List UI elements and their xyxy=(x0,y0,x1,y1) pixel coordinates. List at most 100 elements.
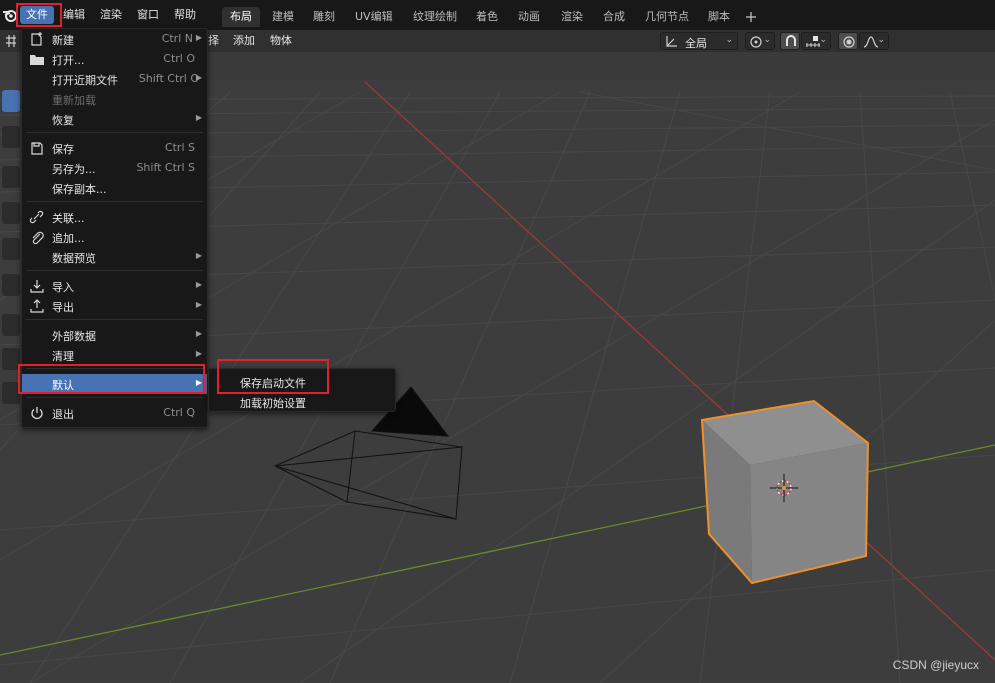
menu-item-label: 打开近期文件 xyxy=(52,74,118,87)
menu-item-label: 保存副本... xyxy=(52,183,107,196)
new-file-icon xyxy=(31,32,42,46)
editor-type-icon[interactable] xyxy=(4,34,18,48)
menu-divider xyxy=(26,319,203,320)
menu-item-new[interactable]: 新建 Ctrl N ▶ xyxy=(22,29,207,49)
tab-texture-paint[interactable]: 纹理绘制 xyxy=(405,7,465,27)
top-menubar: 文件 编辑 渲染 窗口 帮助 布局 建模 雕刻 UV编辑 纹理绘制 着色 动画 … xyxy=(0,0,995,30)
chevron-down-icon: ⌄ xyxy=(877,35,885,45)
chevron-down-icon: ⌄ xyxy=(763,35,771,45)
menu-item-external-data[interactable]: 外部数据 ▶ xyxy=(22,325,207,345)
menu-render[interactable]: 渲染 xyxy=(94,6,128,24)
menu-item-label: 重新加载 xyxy=(52,94,96,107)
tab-shading[interactable]: 着色 xyxy=(468,7,506,27)
menu-item-link[interactable]: 关联... xyxy=(22,207,207,227)
menu-item-label: 退出 xyxy=(52,408,74,421)
menu-item-label: 清理 xyxy=(52,350,74,363)
submenu-arrow-icon: ▶ xyxy=(195,73,202,82)
menu-item-label: 新建 xyxy=(52,34,74,47)
menu-item-open[interactable]: 打开... Ctrl O xyxy=(22,49,207,69)
folder-icon xyxy=(30,55,44,65)
menu-item-export[interactable]: 导出 ▶ xyxy=(22,296,207,316)
snap-icon xyxy=(786,35,796,46)
submenu-arrow-icon: ▶ xyxy=(195,113,202,122)
menu-item-load-factory-settings[interactable]: 加载初始设置 xyxy=(209,391,395,411)
menu-item-save-as[interactable]: 另存为... Shift Ctrl S xyxy=(22,158,207,178)
tab-rendering[interactable]: 渲染 xyxy=(553,7,591,27)
menu-item-label: 打开... xyxy=(52,54,85,67)
cursor-tool[interactable] xyxy=(2,126,20,148)
menu-item-save[interactable]: 保存 Ctrl S xyxy=(22,138,207,158)
menu-select[interactable]: 择 xyxy=(208,33,219,49)
chevron-down-icon: ⌄ xyxy=(819,35,827,45)
snap-toggle[interactable] xyxy=(780,32,800,50)
menu-divider xyxy=(26,201,203,202)
transform-orientation-label: 全局 xyxy=(685,37,707,50)
falloff-dropdown[interactable]: ⌄ xyxy=(859,32,889,50)
annotation-highlight-defaults xyxy=(18,364,205,394)
snap-target-dropdown[interactable]: ⌄ xyxy=(801,32,831,50)
menu-item-shortcut: Ctrl O xyxy=(163,52,195,65)
annotation-highlight-save-startup xyxy=(217,359,329,394)
menu-item-label: 数据预览 xyxy=(52,252,96,265)
menu-item-label: 外部数据 xyxy=(52,330,96,343)
tab-uv-editing[interactable]: UV编辑 xyxy=(347,7,401,27)
menu-object[interactable]: 物体 xyxy=(270,33,292,49)
menu-edit[interactable]: 编辑 xyxy=(57,6,91,24)
export-icon xyxy=(30,299,44,313)
rotate-tool[interactable] xyxy=(2,202,20,224)
plus-icon[interactable] xyxy=(745,11,757,23)
transform-orientation-icon xyxy=(666,36,677,47)
move-tool[interactable] xyxy=(2,166,20,188)
append-icon xyxy=(32,231,44,244)
submenu-arrow-icon: ▶ xyxy=(195,329,202,338)
cube-object[interactable] xyxy=(700,399,870,585)
menu-help[interactable]: 帮助 xyxy=(168,6,202,24)
menu-item-label: 导出 xyxy=(52,301,74,314)
menu-item-label: 追加... xyxy=(52,232,85,245)
tab-compositing[interactable]: 合成 xyxy=(595,7,633,27)
menu-item-shortcut: Ctrl Q xyxy=(163,406,195,419)
menu-item-data-previews[interactable]: 数据预览 ▶ xyxy=(22,247,207,267)
menu-item-recover[interactable]: 恢复 ▶ xyxy=(22,109,207,129)
menu-item-label: 保存 xyxy=(52,143,74,156)
transform-tool[interactable] xyxy=(2,274,20,296)
menu-item-shortcut: Ctrl S xyxy=(164,141,195,154)
menu-item-save-copy[interactable]: 保存副本... xyxy=(22,178,207,198)
scale-tool[interactable] xyxy=(2,238,20,260)
save-icon xyxy=(31,142,43,155)
select-box-tool[interactable] xyxy=(2,90,20,112)
menu-item-append[interactable]: 追加... xyxy=(22,227,207,247)
watermark: CSDN @jieyucx xyxy=(892,658,979,672)
menu-window[interactable]: 窗口 xyxy=(131,6,165,24)
tab-scripting[interactable]: 脚本 xyxy=(700,7,738,27)
annotate-tool[interactable] xyxy=(2,314,20,336)
submenu-arrow-icon: ▶ xyxy=(195,280,202,289)
menu-item-revert: 重新加载 xyxy=(22,89,207,109)
pivot-icon xyxy=(750,36,762,48)
chevron-down-icon: ⌄ xyxy=(725,35,733,45)
submenu-arrow-icon: ▶ xyxy=(195,33,202,42)
link-icon xyxy=(29,210,44,224)
proportional-edit-toggle[interactable] xyxy=(838,32,858,50)
proportional-edit-icon xyxy=(843,36,855,48)
menu-item-shortcut: Shift Ctrl O xyxy=(138,72,199,85)
menu-item-quit[interactable]: 退出 Ctrl Q xyxy=(22,403,207,423)
menu-divider xyxy=(26,270,203,271)
tab-geometry-nodes[interactable]: 几何节点 xyxy=(637,7,697,27)
menu-item-open-recent[interactable]: 打开近期文件 Shift Ctrl O ▶ xyxy=(22,69,207,89)
menu-item-import[interactable]: 导入 ▶ xyxy=(22,276,207,296)
import-icon xyxy=(30,280,44,293)
tab-layout[interactable]: 布局 xyxy=(222,7,260,27)
tab-sculpting[interactable]: 雕刻 xyxy=(305,7,343,27)
menu-item-clean-up[interactable]: 清理 ▶ xyxy=(22,345,207,365)
pivot-point-dropdown[interactable]: ⌄ xyxy=(745,32,775,50)
tab-modeling[interactable]: 建模 xyxy=(264,7,302,27)
transform-orientation-dropdown[interactable]: 全局 ⌄ xyxy=(660,32,738,50)
menu-item-shortcut: Ctrl N xyxy=(161,32,193,45)
tab-animation[interactable]: 动画 xyxy=(510,7,548,27)
menu-item-label: 恢复 xyxy=(52,114,74,127)
menu-item-label: 关联... xyxy=(52,212,85,225)
power-icon xyxy=(31,407,43,420)
menu-add[interactable]: 添加 xyxy=(233,33,255,49)
submenu-arrow-icon: ▶ xyxy=(195,349,202,358)
